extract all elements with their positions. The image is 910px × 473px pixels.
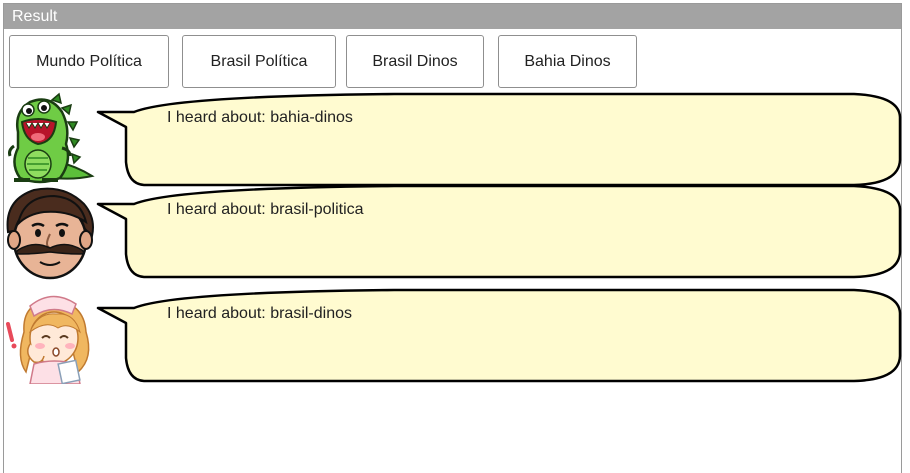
mundo-politica-button[interactable]: Mundo Política <box>9 35 169 88</box>
speech-bubble <box>96 288 902 383</box>
mustache-man-icon <box>6 187 94 280</box>
bahia-dinos-button[interactable]: Bahia Dinos <box>498 35 637 88</box>
message-text: I heard about: brasil-dinos <box>167 305 352 322</box>
panel-title: Result <box>4 4 901 29</box>
message-row: I heard about: brasil-dinos <box>4 288 903 388</box>
speech-bubble <box>96 184 902 279</box>
message-row: I heard about: brasil-politica <box>4 184 903 284</box>
nurse-girl-icon <box>6 295 90 384</box>
message-text: I heard about: brasil-politica <box>167 201 364 218</box>
brasil-politica-button[interactable]: Brasil Política <box>182 35 336 88</box>
message-text: I heard about: bahia-dinos <box>167 109 353 126</box>
result-panel: Result Mundo Política Brasil Política Br… <box>3 3 902 473</box>
green-dinosaur-icon <box>8 92 95 184</box>
message-row: I heard about: bahia-dinos <box>4 92 903 192</box>
speech-bubble <box>96 92 902 187</box>
brasil-dinos-button[interactable]: Brasil Dinos <box>346 35 484 88</box>
